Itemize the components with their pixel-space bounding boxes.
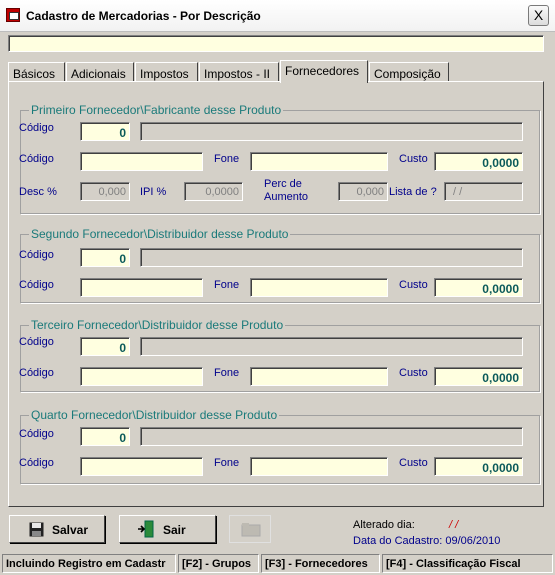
- fone-input[interactable]: [250, 367, 388, 386]
- fone-label: Fone: [214, 279, 240, 291]
- disabled-button: [229, 515, 271, 543]
- created-date: Data do Cadastro: 09/06/2010: [353, 535, 501, 547]
- fone-input[interactable]: [250, 278, 388, 297]
- supplier-name-display: [140, 427, 523, 446]
- supplier-name-display: [140, 248, 523, 267]
- fone-label: Fone: [214, 367, 240, 379]
- status-f3-fornecedores[interactable]: [F3] - Fornecedores: [261, 554, 380, 573]
- supplier-code-input[interactable]: 0: [80, 427, 130, 446]
- perc-label-line2: Aumento: [264, 191, 309, 203]
- codigo-label: Código: [19, 428, 54, 440]
- supplier-code-input[interactable]: 0: [80, 248, 130, 267]
- codigo-label: Código: [19, 336, 54, 348]
- exit-door-icon: [138, 520, 154, 538]
- tab-adicionais[interactable]: Adicionais: [66, 62, 134, 82]
- codigo-label: Código: [19, 279, 54, 291]
- fone-label: Fone: [214, 153, 240, 165]
- supplier-code-input[interactable]: 0: [80, 337, 130, 356]
- supplier-name-display: [140, 337, 523, 356]
- custo-input[interactable]: 0,0000: [434, 278, 523, 297]
- status-mode: Incluindo Registro em Cadastr: [2, 554, 176, 573]
- title-bar: Cadastro de Mercadorias - Por Descrição …: [0, 0, 555, 32]
- window-title: Cadastro de Mercadorias - Por Descrição: [26, 9, 261, 23]
- group-segundo-fornecedor: Segundo Fornecedor\Distribuidor desse Pr…: [19, 227, 540, 303]
- save-button-label: Salvar: [52, 523, 89, 537]
- fone-input[interactable]: [250, 457, 388, 476]
- group-quarto-fornecedor: Quarto Fornecedor\Distribuidor desse Pro…: [19, 408, 540, 484]
- tab-basicos[interactable]: Básicos: [8, 62, 65, 82]
- codigo-label: Código: [19, 122, 54, 134]
- ipi-input: 0,0000: [184, 182, 243, 201]
- product-code-input[interactable]: [80, 278, 203, 297]
- product-code-input[interactable]: [80, 457, 203, 476]
- altered-label: Alterado dia:: [353, 519, 415, 531]
- status-bar: Incluindo Registro em Cadastr [F2] - Gru…: [0, 554, 555, 573]
- codigo-label: Código: [19, 249, 54, 261]
- codigo-label: Código: [19, 153, 54, 165]
- close-button[interactable]: X: [528, 5, 549, 26]
- fone-input[interactable]: [250, 152, 388, 171]
- desc-input: 0,000: [80, 182, 130, 201]
- lista-label: Lista de ?: [389, 186, 437, 198]
- codigo-label: Código: [19, 457, 54, 469]
- group-terceiro-fornecedor: Terceiro Fornecedor\Distribuidor desse P…: [19, 318, 540, 392]
- floppy-disk-icon: [29, 522, 44, 537]
- exit-button[interactable]: Sair: [119, 515, 216, 543]
- perc-aumento-input: 0,000: [338, 182, 388, 201]
- fone-label: Fone: [214, 457, 240, 469]
- exit-button-label: Sair: [163, 523, 186, 537]
- lista-date-input: / /: [444, 182, 523, 201]
- group-title: Terceiro Fornecedor\Distribuidor desse P…: [29, 318, 286, 332]
- altered-date: / /: [449, 519, 459, 531]
- tab-fornecedores[interactable]: Fornecedores: [280, 60, 368, 83]
- product-code-input[interactable]: [80, 367, 203, 386]
- custo-label: Custo: [399, 153, 428, 165]
- custo-label: Custo: [399, 457, 428, 469]
- group-title: Quarto Fornecedor\Distribuidor desse Pro…: [29, 408, 280, 422]
- supplier-code-input[interactable]: 0: [80, 122, 130, 141]
- group-title: Segundo Fornecedor\Distribuidor desse Pr…: [29, 227, 291, 241]
- perc-label-line1: Perc de: [264, 178, 302, 190]
- supplier-name-display: [140, 122, 523, 141]
- folder-disabled-icon: [241, 523, 261, 537]
- tab-impostos[interactable]: Impostos: [135, 62, 198, 82]
- group-title: Primeiro Fornecedor\Fabricante desse Pro…: [29, 103, 284, 117]
- status-f2-grupos[interactable]: [F2] - Grupos: [178, 554, 259, 573]
- description-field[interactable]: [8, 35, 544, 52]
- ipi-label: IPI %: [140, 186, 167, 198]
- codigo-label: Código: [19, 367, 54, 379]
- tab-panel-fornecedores: Primeiro Fornecedor\Fabricante desse Pro…: [8, 81, 544, 507]
- desc-label: Desc %: [19, 186, 57, 198]
- custo-input[interactable]: 0,0000: [434, 457, 523, 476]
- product-code-input[interactable]: [80, 152, 203, 171]
- tab-impostos-ii[interactable]: Impostos - II: [199, 62, 279, 82]
- custo-label: Custo: [399, 367, 428, 379]
- custo-input[interactable]: 0,0000: [434, 367, 523, 386]
- save-button[interactable]: Salvar: [9, 515, 105, 543]
- app-icon: [6, 8, 20, 22]
- group-primeiro-fornecedor: Primeiro Fornecedor\Fabricante desse Pro…: [19, 103, 540, 214]
- custo-input[interactable]: 0,0000: [434, 152, 523, 171]
- status-f4-classificacao[interactable]: [F4] - Classificação Fiscal: [382, 554, 553, 573]
- custo-label: Custo: [399, 279, 428, 291]
- tab-composicao[interactable]: Composição: [369, 62, 449, 82]
